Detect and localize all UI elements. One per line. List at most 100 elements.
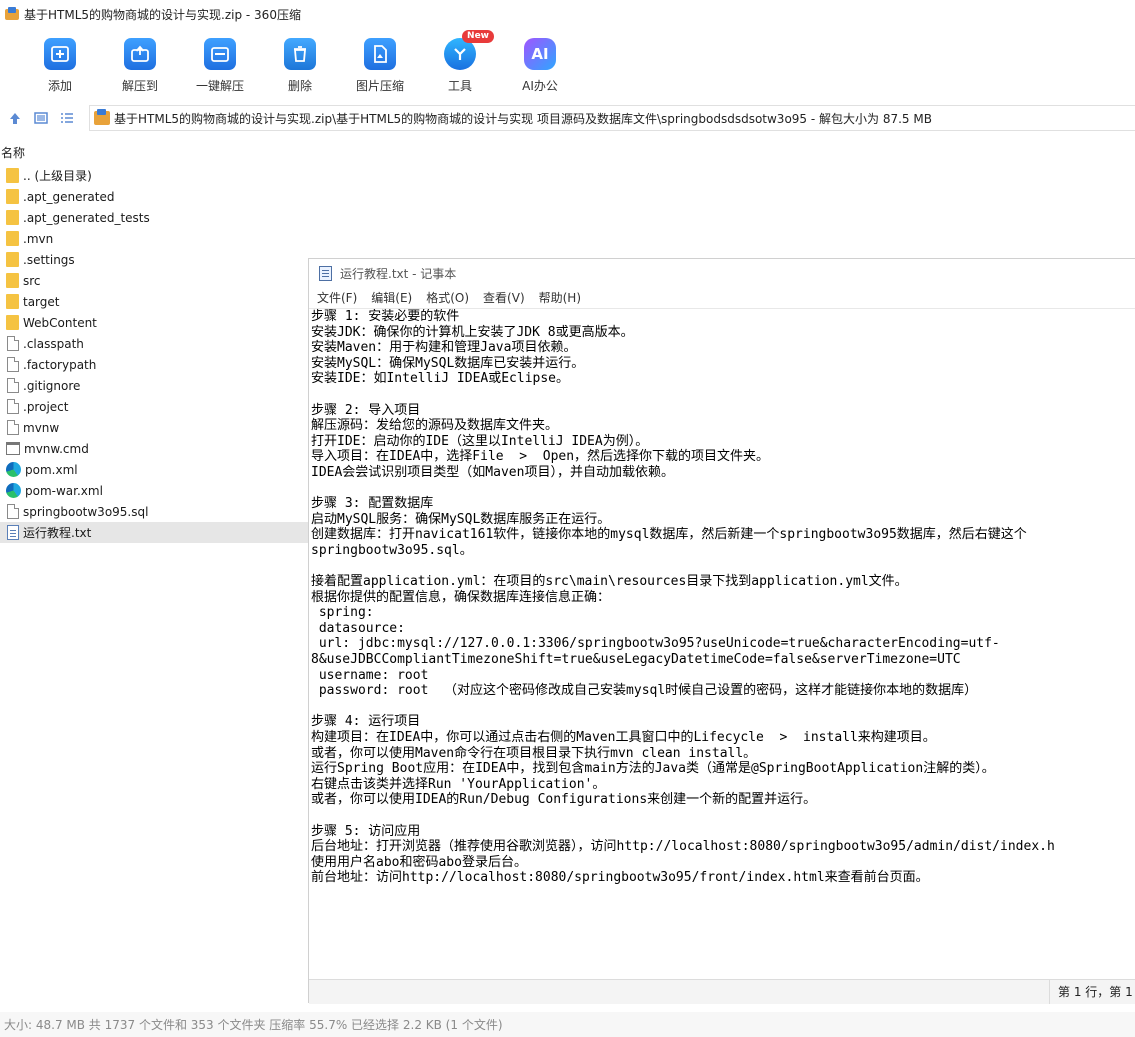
notepad-text-area[interactable]: 步骤 1: 安装必要的软件 安装JDK：确保你的计算机上安装了JDK 8或更高版… — [311, 309, 1135, 979]
file-name: src — [23, 273, 41, 288]
path-bar: 基于HTML5的购物商城的设计与实现.zip\基于HTML5的购物商城的设计与实… — [0, 103, 1135, 133]
menu-help[interactable]: 帮助(H) — [539, 289, 581, 306]
tools-button[interactable]: New 工具 — [420, 28, 500, 94]
add-icon — [44, 38, 76, 70]
file-name: .mvn — [23, 231, 54, 246]
ai-office-label: AI办公 — [522, 79, 558, 93]
file-row[interactable]: .. (上级目录) — [0, 165, 308, 186]
new-badge: New — [462, 30, 494, 43]
file-name: .. (上级目录) — [23, 169, 92, 183]
file-name: .apt_generated — [23, 189, 115, 204]
one-click-extract-label: 一键解压 — [195, 79, 244, 93]
file-icon — [7, 420, 19, 435]
one-click-extract-button[interactable]: 一键解压 — [180, 28, 260, 94]
edge-file-icon — [6, 462, 21, 477]
window-titlebar: 基于HTML5的购物商城的设计与实现.zip - 360压缩 — [0, 0, 1135, 28]
cmd-file-icon — [6, 442, 20, 455]
folder-icon — [6, 315, 19, 330]
add-label: 添加 — [47, 79, 72, 93]
file-icon — [7, 504, 19, 519]
folder-icon — [6, 168, 19, 183]
tools-label: 工具 — [447, 79, 472, 93]
status-bar: 大小: 48.7 MB 共 1737 个文件和 353 个文件夹 压缩率 55.… — [0, 1012, 1135, 1037]
add-button[interactable]: 添加 — [20, 28, 100, 94]
file-row[interactable]: .factorypath — [0, 354, 308, 375]
folder-icon — [6, 273, 19, 288]
delete-icon — [284, 38, 316, 70]
window-title: 基于HTML5的购物商城的设计与实现.zip - 360压缩 — [24, 7, 301, 22]
file-name: .gitignore — [23, 378, 81, 393]
image-compress-button[interactable]: 图片压缩 — [340, 28, 420, 94]
folder-icon — [6, 210, 19, 225]
image-compress-label: 图片压缩 — [355, 79, 404, 93]
menu-view[interactable]: 查看(V) — [483, 289, 525, 306]
extract-to-label: 解压到 — [121, 79, 158, 93]
file-row[interactable]: springbootw3o95.sql — [0, 501, 308, 522]
notepad-menubar: 文件(F) 编辑(E) 格式(O) 查看(V) 帮助(H) — [309, 287, 1135, 309]
ai-office-button[interactable]: AI AI办公 — [500, 28, 580, 94]
file-row[interactable]: 运行教程.txt — [0, 522, 308, 543]
notepad-icon — [319, 265, 332, 281]
file-name: .factorypath — [23, 357, 97, 372]
menu-format[interactable]: 格式(O) — [426, 289, 469, 306]
file-name: springbootw3o95.sql — [23, 504, 149, 519]
file-row[interactable]: .apt_generated_tests — [0, 207, 308, 228]
column-header-name[interactable]: 名称 — [0, 144, 300, 162]
file-row[interactable]: pom-war.xml — [0, 480, 308, 501]
menu-edit[interactable]: 编辑(E) — [371, 289, 412, 306]
file-name: mvnw.cmd — [24, 441, 89, 456]
file-icon — [7, 357, 19, 372]
file-list: .. (上级目录) .apt_generated .apt_generated_te… — [0, 165, 308, 543]
folder-icon — [6, 294, 19, 309]
file-icon — [7, 399, 19, 414]
path-text: 基于HTML5的购物商城的设计与实现.zip\基于HTML5的购物商城的设计与实… — [114, 111, 932, 126]
delete-button[interactable]: 删除 — [260, 28, 340, 94]
file-name: .classpath — [23, 336, 84, 351]
tools-icon: New — [444, 30, 494, 70]
list-view-icon — [61, 113, 73, 123]
list-view-button[interactable] — [56, 107, 78, 129]
file-name: .project — [23, 399, 69, 414]
edge-file-icon — [6, 483, 21, 498]
file-row[interactable]: .apt_generated — [0, 186, 308, 207]
folder-icon — [6, 189, 19, 204]
extract-to-icon — [124, 38, 156, 70]
file-name: target — [23, 294, 60, 309]
main-toolbar: 添加 解压到 一键解压 删除 图片压缩 New 工具 AI AI办公 — [0, 28, 1135, 98]
thumbnail-view-icon — [34, 112, 48, 124]
one-click-extract-icon — [204, 38, 236, 70]
file-row[interactable]: .classpath — [0, 333, 308, 354]
file-row[interactable]: .project — [0, 396, 308, 417]
file-row[interactable]: .settings — [0, 249, 308, 270]
delete-label: 删除 — [287, 79, 312, 93]
file-row[interactable]: WebContent — [0, 312, 308, 333]
archive-app-icon — [4, 6, 20, 22]
arrow-up-icon — [10, 113, 20, 124]
menu-file[interactable]: 文件(F) — [317, 289, 357, 306]
file-row[interactable]: .gitignore — [0, 375, 308, 396]
path-address-field[interactable]: 基于HTML5的购物商城的设计与实现.zip\基于HTML5的购物商城的设计与实… — [89, 105, 1135, 131]
file-row[interactable]: .mvn — [0, 228, 308, 249]
file-row[interactable]: mvnw — [0, 417, 308, 438]
file-name: mvnw — [23, 420, 60, 435]
file-icon — [7, 378, 19, 393]
cursor-position: 第 1 行，第 1 — [1049, 980, 1135, 1004]
file-name: pom-war.xml — [25, 483, 103, 498]
up-directory-button[interactable] — [4, 107, 26, 129]
ai-office-icon: AI — [524, 38, 556, 70]
file-name: WebContent — [23, 315, 97, 330]
archive-icon — [94, 109, 110, 125]
notepad-statusbar: 第 1 行，第 1 — [309, 979, 1135, 1004]
image-compress-icon — [364, 38, 396, 70]
file-row[interactable]: pom.xml — [0, 459, 308, 480]
thumbnail-view-button[interactable] — [30, 107, 52, 129]
extract-to-button[interactable]: 解压到 — [100, 28, 180, 94]
file-row[interactable]: src — [0, 270, 308, 291]
file-name: .apt_generated_tests — [23, 210, 150, 225]
file-name: pom.xml — [25, 462, 78, 477]
text-file-icon — [7, 525, 19, 540]
file-name: 运行教程.txt — [23, 526, 92, 540]
file-row[interactable]: target — [0, 291, 308, 312]
notepad-title: 运行教程.txt - 记事本 — [340, 266, 457, 281]
file-row[interactable]: mvnw.cmd — [0, 438, 308, 459]
